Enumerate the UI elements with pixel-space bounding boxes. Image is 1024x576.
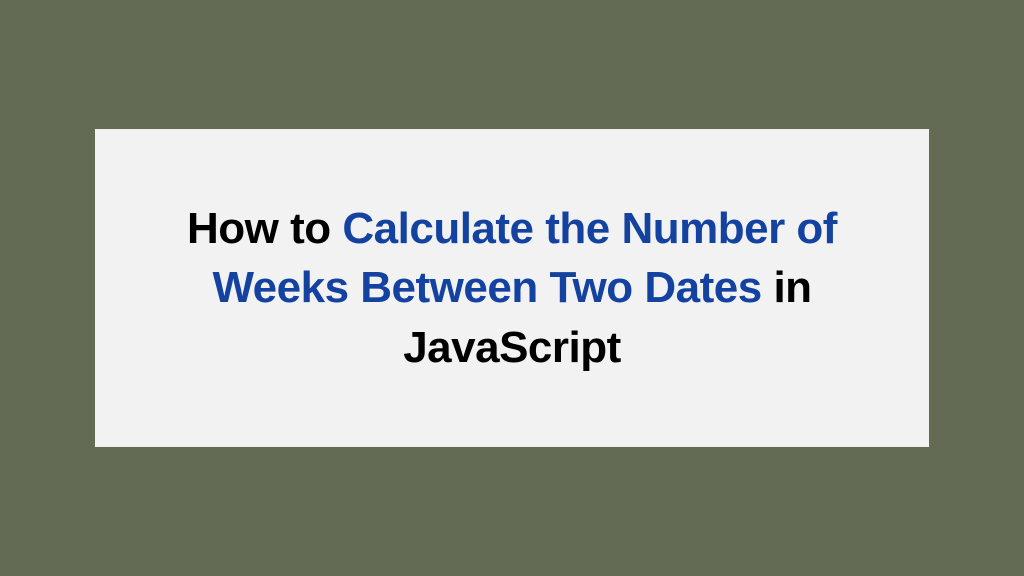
title-card: How to Calculate the Number of Weeks Bet… [95,129,929,447]
article-title: How to Calculate the Number of Weeks Bet… [145,199,879,377]
title-prefix: How to [187,204,342,253]
